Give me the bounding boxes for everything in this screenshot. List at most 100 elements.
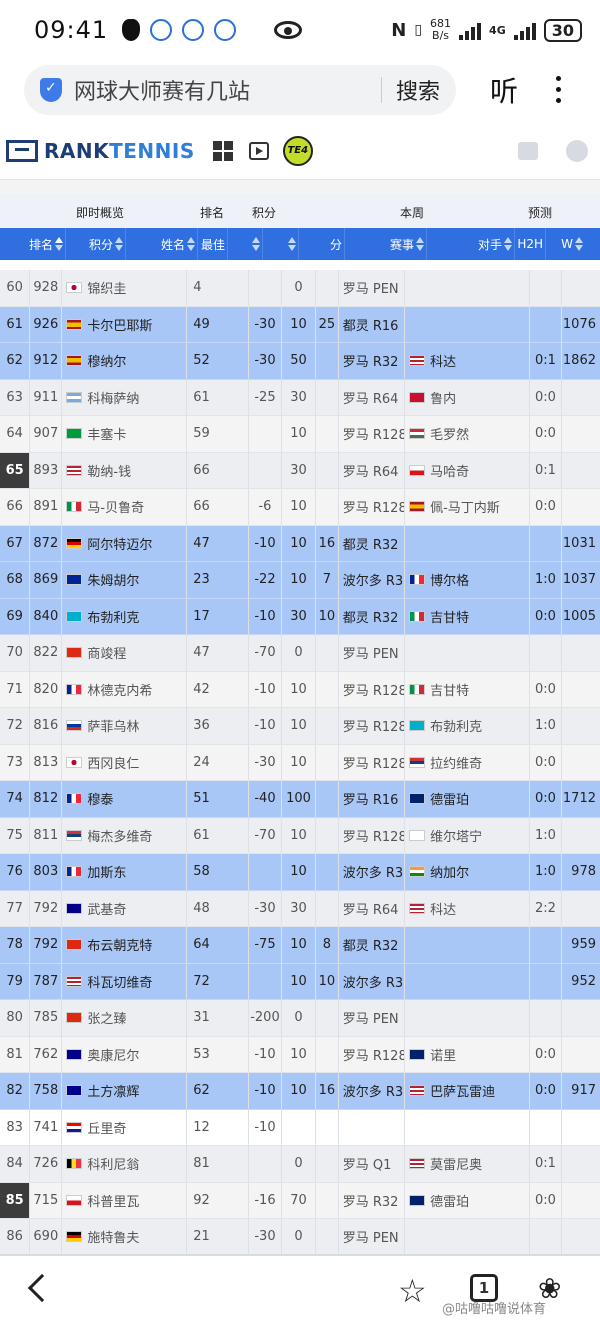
listen-button[interactable]: 听: [490, 70, 518, 110]
opponent-name[interactable]: 布勃利克: [430, 716, 482, 735]
cell-opponent[interactable]: 纳加尔: [405, 854, 530, 890]
cell-opponent[interactable]: [405, 1000, 530, 1036]
table-row[interactable]: 85 715 科普里瓦 92 -16 70 罗马 R32 德雷珀 0:0: [0, 1182, 600, 1219]
table-row[interactable]: 75 811 梅杰多维奇 61 -70 10 罗马 R128 维尔塔宁 1:0: [0, 817, 600, 854]
cell-player[interactable]: 梅杰多维奇: [62, 817, 188, 853]
player-name[interactable]: 土方凛辉: [87, 1081, 139, 1100]
cell-player[interactable]: 科瓦切维奇: [62, 963, 188, 999]
search-button[interactable]: 搜索: [396, 74, 440, 106]
opponent-name[interactable]: 佩-马丁内斯: [430, 497, 500, 516]
cell-opponent[interactable]: 马哈奇: [405, 452, 530, 488]
cell-player[interactable]: 卡尔巴耶斯: [62, 306, 188, 342]
cell-opponent[interactable]: 鲁内: [405, 379, 530, 415]
player-name[interactable]: 穆泰: [87, 789, 113, 808]
shirt-icon[interactable]: [518, 142, 538, 160]
player-name[interactable]: 朱姆胡尔: [87, 570, 139, 589]
table-row[interactable]: 82 758 土方凛辉 62 -10 10 16 波尔多 R32 巴萨瓦雷迪 0:0 917: [0, 1073, 600, 1110]
cell-player[interactable]: 林德克内希: [62, 671, 188, 707]
player-name[interactable]: 科普里瓦: [87, 1191, 139, 1210]
opponent-name[interactable]: 博尔格: [430, 570, 469, 589]
video-icon[interactable]: [248, 141, 269, 160]
table-row[interactable]: 62 912 穆纳尔 52 -30 50 罗马 R32 科达 0:1 1862: [0, 343, 600, 380]
cell-opponent[interactable]: 莫雷尼奥: [405, 1146, 530, 1182]
cell-player[interactable]: 施特鲁夫: [62, 1219, 188, 1255]
opponent-name[interactable]: 维尔塔宁: [430, 826, 482, 845]
table-row[interactable]: 81 762 奥康尼尔 53 -10 10 罗马 R128 诺里 0:0: [0, 1036, 600, 1073]
table-row[interactable]: 67 872 阿尔特迈尔 47 -10 10 16 都灵 R32 1031: [0, 525, 600, 562]
table-row[interactable]: 78 792 布云朝克特 64 -75 10 8 都灵 R32 959: [0, 927, 600, 964]
player-name[interactable]: 科瓦切维奇: [87, 972, 152, 991]
cell-opponent[interactable]: 科达: [405, 343, 530, 379]
cell-player[interactable]: 穆泰: [62, 781, 188, 817]
search-query[interactable]: 网球大师赛有几站: [74, 74, 367, 106]
cell-opponent[interactable]: 德雷珀: [405, 1182, 530, 1218]
player-name[interactable]: 穆纳尔: [87, 351, 126, 370]
player-name[interactable]: 张之臻: [87, 1008, 126, 1027]
cell-opponent[interactable]: 维尔塔宁: [405, 817, 530, 853]
cell-player[interactable]: 武基奇: [62, 890, 188, 926]
table-row[interactable]: 77 792 武基奇 48 -30 30 罗马 R64 科达 2:2: [0, 890, 600, 927]
table-row[interactable]: 61 926 卡尔巴耶斯 49 -30 10 25 都灵 R16 1076: [0, 306, 600, 343]
col-h2h[interactable]: H2H: [515, 228, 546, 260]
ranktennis-logo-icon[interactable]: [6, 139, 38, 162]
table-row[interactable]: 70 822 商竣程 47 -70 0 罗马 PEN: [0, 635, 600, 672]
table-row[interactable]: 71 820 林德克内希 42 -10 10 罗马 R128 吉甘特 0:0: [0, 671, 600, 708]
cell-opponent[interactable]: [405, 525, 530, 561]
col-points[interactable]: 积分: [66, 228, 126, 260]
opponent-name[interactable]: 拉约维奇: [430, 753, 482, 772]
opponent-name[interactable]: 巴萨瓦雷迪: [430, 1081, 495, 1100]
cell-player[interactable]: 锦织圭: [62, 270, 188, 306]
cell-player[interactable]: 土方凛辉: [62, 1073, 188, 1109]
table-row[interactable]: 60 928 锦织圭 4 0 罗马 PEN: [0, 270, 600, 307]
opponent-name[interactable]: 科达: [430, 351, 456, 370]
cell-player[interactable]: 朱姆胡尔: [62, 562, 188, 598]
cell-player[interactable]: 科利尼翁: [62, 1146, 188, 1182]
player-name[interactable]: 丰塞卡: [87, 424, 126, 443]
opponent-name[interactable]: 吉甘特: [430, 680, 469, 699]
cell-opponent[interactable]: [405, 1219, 530, 1255]
player-name[interactable]: 科梅萨纳: [87, 388, 139, 407]
player-name[interactable]: 勒纳-钱: [87, 461, 131, 480]
col-best[interactable]: 最佳: [198, 228, 228, 260]
player-name[interactable]: 布云朝克特: [87, 935, 152, 954]
back-icon[interactable]: [27, 1273, 57, 1303]
opponent-name[interactable]: 吉甘特: [430, 607, 469, 626]
table-row[interactable]: 68 869 朱姆胡尔 23 -22 10 7 波尔多 R32 博尔格 1:0 1037: [0, 562, 600, 599]
cell-player[interactable]: 科梅萨纳: [62, 379, 188, 415]
player-name[interactable]: 奥康尼尔: [87, 1045, 139, 1064]
cell-player[interactable]: 阿尔特迈尔: [62, 525, 188, 561]
col-opponent[interactable]: 对手: [427, 228, 515, 260]
cell-opponent[interactable]: [405, 927, 530, 963]
opponent-name[interactable]: 德雷珀: [430, 789, 469, 808]
col-change[interactable]: [263, 228, 299, 260]
globe-icon[interactable]: [566, 140, 588, 162]
table-row[interactable]: 65 893 勒纳-钱 66 30 罗马 R64 马哈奇 0:1: [0, 452, 600, 489]
cell-player[interactable]: 科普里瓦: [62, 1182, 188, 1218]
col-event[interactable]: 赛事: [345, 228, 427, 260]
table-row[interactable]: 80 785 张之臻 31 -200 0 罗马 PEN: [0, 1000, 600, 1037]
cell-opponent[interactable]: [405, 963, 530, 999]
cell-opponent[interactable]: 拉约维奇: [405, 744, 530, 780]
player-name[interactable]: 丘里奇: [87, 1118, 126, 1137]
site-logo[interactable]: RANKTENNIS: [44, 139, 195, 163]
col-best-sort[interactable]: [228, 228, 263, 260]
opponent-name[interactable]: 毛罗然: [430, 424, 469, 443]
cell-player[interactable]: 布勃利克: [62, 598, 188, 634]
table-row[interactable]: 84 726 科利尼翁 81 0 罗马 Q1 莫雷尼奥 0:1: [0, 1146, 600, 1183]
cell-opponent[interactable]: [405, 1109, 530, 1145]
opponent-name[interactable]: 德雷珀: [430, 1191, 469, 1210]
cell-player[interactable]: 奥康尼尔: [62, 1036, 188, 1072]
table-row[interactable]: 64 907 丰塞卡 59 10 罗马 R128 毛罗然 0:0: [0, 416, 600, 453]
opponent-name[interactable]: 纳加尔: [430, 862, 469, 881]
player-name[interactable]: 卡尔巴耶斯: [87, 315, 152, 334]
opponent-name[interactable]: 科达: [430, 899, 456, 918]
table-row[interactable]: 83 741 丘里奇 12 -10: [0, 1109, 600, 1146]
cell-opponent[interactable]: 布勃利克: [405, 708, 530, 744]
table-row[interactable]: 72 816 萨菲乌林 36 -10 10 罗马 R128 布勃利克 1:0: [0, 708, 600, 745]
player-name[interactable]: 布勃利克: [87, 607, 139, 626]
cell-player[interactable]: 丰塞卡: [62, 416, 188, 452]
cell-player[interactable]: 丘里奇: [62, 1109, 188, 1145]
cell-opponent[interactable]: 吉甘特: [405, 671, 530, 707]
table-row[interactable]: 69 840 布勃利克 17 -10 30 10 都灵 R32 吉甘特 0:0 1005: [0, 598, 600, 635]
grid-menu-icon[interactable]: [212, 140, 233, 161]
